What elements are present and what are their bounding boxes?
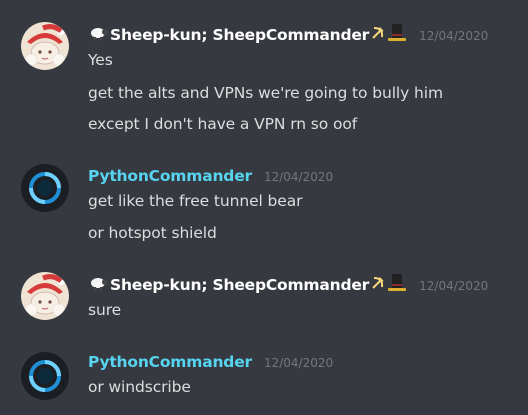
sheep-icon — [89, 25, 109, 45]
timestamp: 12/04/2020 — [419, 29, 489, 43]
top-hat-icon — [388, 273, 407, 297]
timestamp: 12/04/2020 — [263, 170, 334, 184]
message-text: or windscribe — [88, 378, 191, 396]
portal-avatar-icon — [21, 352, 69, 400]
top-hat-icon — [388, 23, 407, 47]
avatar-python[interactable] — [21, 352, 69, 400]
message-text: or hotspot shield — [88, 224, 217, 242]
timestamp: 12/04/2020 — [263, 356, 334, 370]
sheep-icon — [89, 275, 109, 295]
message-text: get like the free tunnel bear — [88, 192, 303, 210]
username[interactable]: PythonCommander — [88, 167, 252, 185]
message-header: Sheep-kun; SheepCommander 12/04/2020 — [88, 24, 488, 46]
avatar-sheep[interactable] — [21, 22, 69, 70]
portal-avatar-icon — [21, 164, 69, 212]
username[interactable]: PythonCommander — [88, 353, 252, 371]
hammer-sickle-icon — [370, 275, 386, 295]
message-text: except I don't have a VPN rn so oof — [88, 115, 358, 133]
message-text: get the alts and VPNs we're going to bul… — [88, 84, 443, 102]
message-text: sure — [88, 301, 122, 319]
username[interactable]: Sheep-kun; SheepCommander — [110, 26, 369, 44]
username[interactable]: Sheep-kun; SheepCommander — [110, 276, 369, 294]
timestamp: 12/04/2020 — [419, 279, 489, 293]
chat-messages: Sheep-kun; SheepCommander 12/04/2020 Yes… — [0, 0, 528, 415]
message-header: PythonCommander 12/04/2020 — [88, 351, 333, 373]
hammer-sickle-icon — [370, 25, 386, 45]
avatar-python[interactable] — [21, 164, 69, 212]
sheep-avatar-icon — [21, 272, 69, 320]
avatar-sheep[interactable] — [21, 272, 69, 320]
message-header: Sheep-kun; SheepCommander 12/04/2020 — [88, 274, 488, 296]
sheep-avatar-icon — [21, 22, 69, 70]
message-header: PythonCommander 12/04/2020 — [88, 165, 333, 187]
message-text: Yes — [88, 51, 113, 69]
